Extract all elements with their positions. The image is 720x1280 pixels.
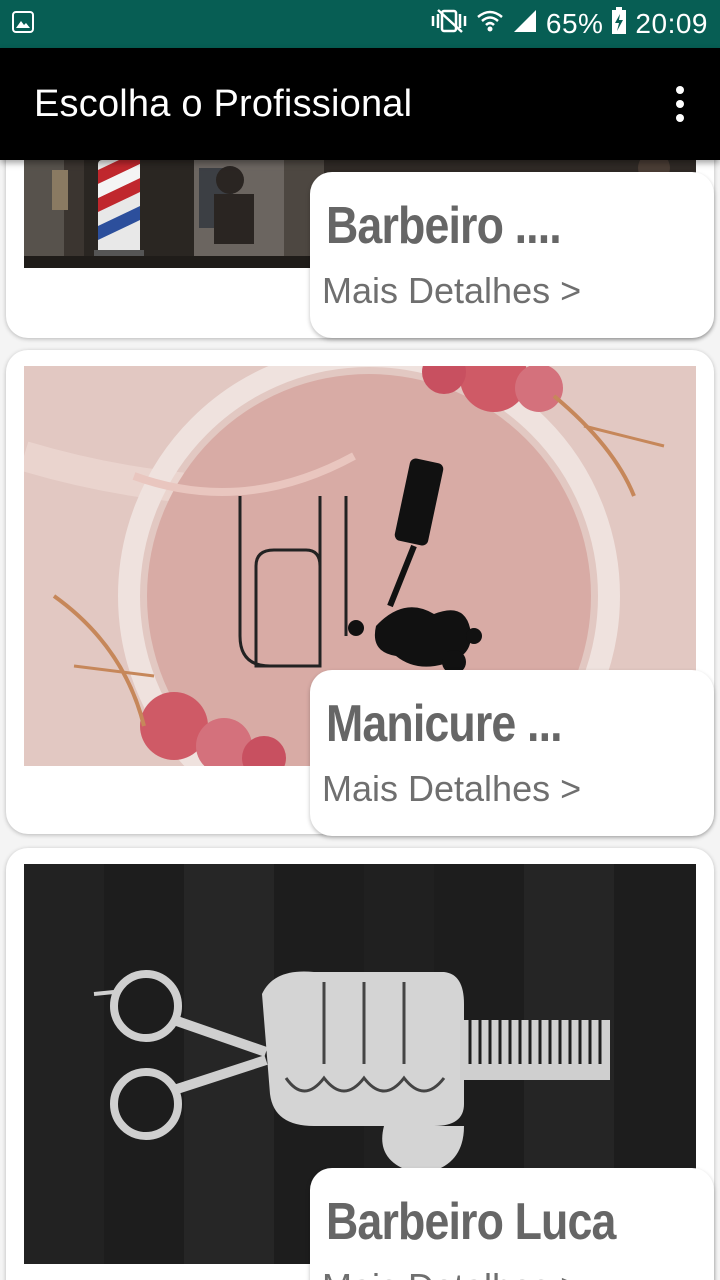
clock: 20:09 <box>635 8 708 39</box>
professional-name: Manicure ... <box>326 695 563 753</box>
wifi-icon <box>476 8 504 41</box>
professional-card[interactable]: Barbeiro .... Mais Detalhes > <box>6 160 714 338</box>
professional-list[interactable]: Barbeiro .... Mais Detalhes > Manicure .… <box>0 160 720 1280</box>
professional-name: Barbeiro Luca <box>326 1193 616 1251</box>
more-details-link[interactable]: Mais Detalhes > <box>322 768 714 810</box>
professional-name: Barbeiro .... <box>326 197 562 255</box>
app-bar: Escolha o Profissional <box>0 48 720 160</box>
professional-info-panel[interactable]: Barbeiro Luca Mais Detalhes > <box>310 1168 714 1280</box>
battery-percent: 65% <box>545 8 604 39</box>
overflow-menu-icon[interactable] <box>664 74 696 134</box>
battery-charging-icon <box>611 6 627 42</box>
more-details-link[interactable]: Mais Detalhes > <box>322 270 714 312</box>
page-title: Escolha o Profissional <box>34 82 413 125</box>
signal-icon <box>512 8 538 41</box>
professional-info-panel[interactable]: Barbeiro .... Mais Detalhes > <box>310 172 714 338</box>
image-icon <box>12 10 34 38</box>
mute-vibrate-icon <box>430 8 468 41</box>
professional-card[interactable]: Barbeiro Luca Mais Detalhes > <box>6 848 714 1280</box>
status-bar: 65% 20:09 <box>0 0 720 48</box>
more-details-link[interactable]: Mais Detalhes > <box>322 1266 714 1280</box>
professional-info-panel[interactable]: Manicure ... Mais Detalhes > <box>310 670 714 836</box>
professional-card[interactable]: Manicure ... Mais Detalhes > <box>6 350 714 836</box>
